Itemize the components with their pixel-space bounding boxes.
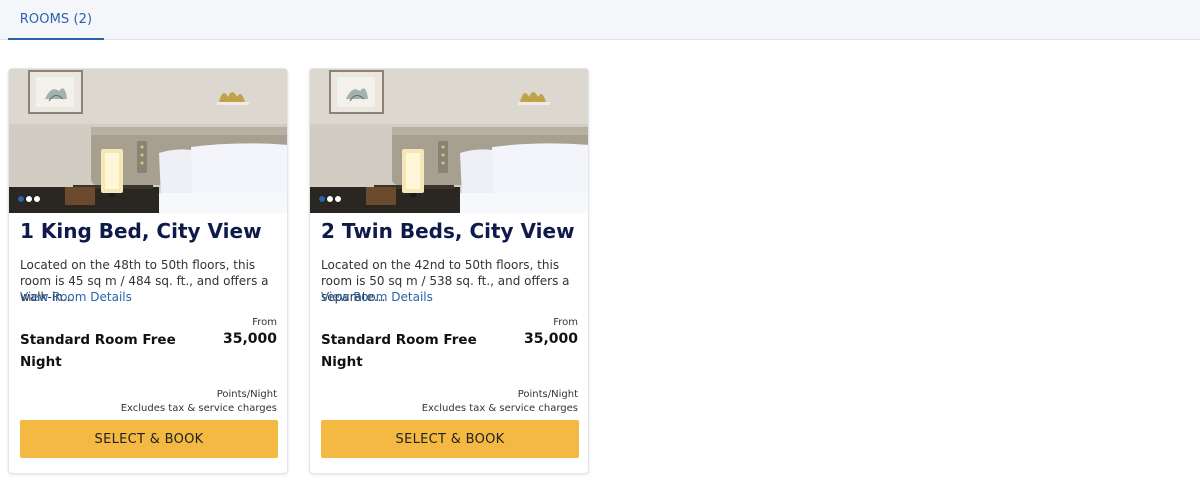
room-card: 2 Twin Beds, City View Located on the 42… [309, 68, 589, 474]
carousel-dot[interactable] [335, 196, 341, 202]
price-unit: Points/Night [216, 389, 277, 400]
price-prefix: From [252, 317, 277, 328]
rate-name: Standard Room Free Night [20, 332, 176, 370]
tab-rooms[interactable]: ROOMS (2) [8, 0, 104, 40]
select-and-book-button[interactable]: SELECT & BOOK [321, 420, 579, 458]
price-note: Excludes tax & service charges [120, 403, 277, 414]
room-card: 1 King Bed, City View Located on the 48t… [8, 68, 288, 474]
room-photo[interactable] [310, 69, 588, 213]
carousel-dot[interactable] [319, 196, 325, 202]
view-room-details-link[interactable]: View Room Details [321, 290, 433, 304]
carousel-dot[interactable] [34, 196, 40, 202]
carousel-dots [319, 196, 341, 202]
price-points: 35,000 [222, 331, 277, 347]
room-title: 1 King Bed, City View [20, 219, 262, 243]
price-points: 35,000 [523, 331, 578, 347]
select-and-book-button[interactable]: SELECT & BOOK [20, 420, 278, 458]
price-note: Excludes tax & service charges [421, 403, 578, 414]
tab-bar: ROOMS (2) [0, 0, 1200, 40]
carousel-dot[interactable] [327, 196, 333, 202]
carousel-dot[interactable] [18, 196, 24, 202]
carousel-dot[interactable] [26, 196, 32, 202]
room-title: 2 Twin Beds, City View [321, 219, 575, 243]
view-room-details-link[interactable]: View Room Details [20, 290, 132, 304]
price-unit: Points/Night [517, 389, 578, 400]
price-prefix: From [553, 317, 578, 328]
carousel-dots [18, 196, 40, 202]
room-photo[interactable] [9, 69, 287, 213]
rate-name: Standard Room Free Night [321, 332, 477, 370]
